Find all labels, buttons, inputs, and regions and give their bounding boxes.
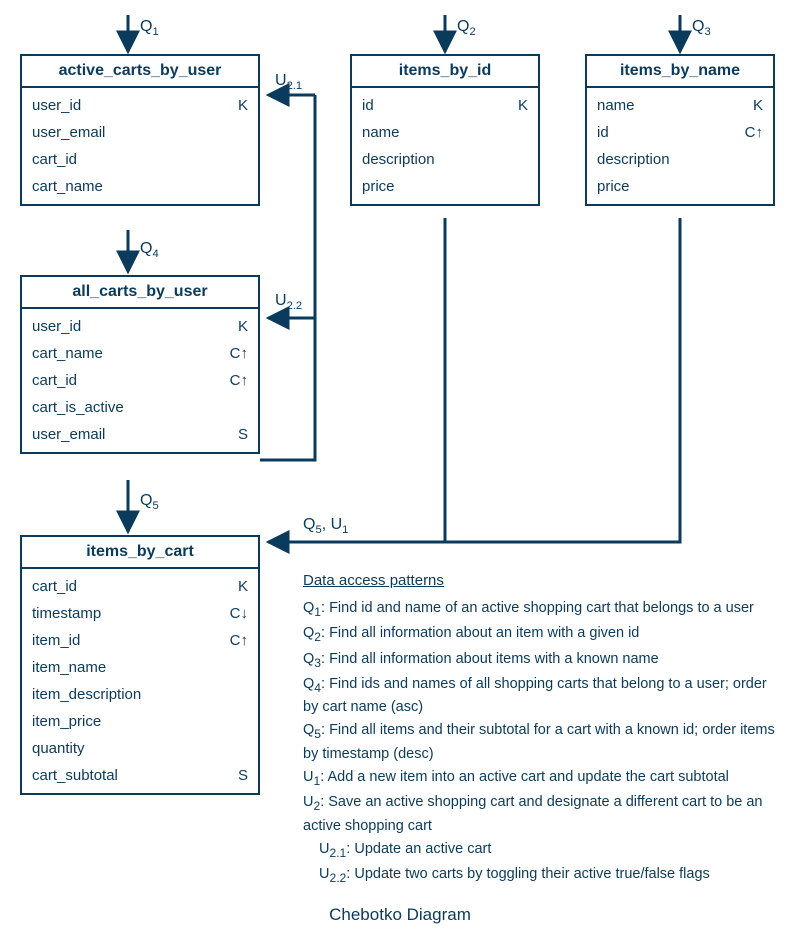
column-name: cart_subtotal (32, 767, 224, 784)
table-row: cart_idC↑ (22, 367, 258, 394)
table-header: items_by_cart (22, 537, 258, 569)
column-key: C↑ (739, 124, 763, 141)
table-items-by-cart: items_by_cart cart_idKtimestampC↓item_id… (20, 535, 260, 795)
table-row: timestampC↓ (22, 600, 258, 627)
table-row: idC↑ (587, 119, 773, 146)
table-body: nameKidC↑descriptionprice (587, 88, 773, 204)
pattern-q3: Q3: Find all information about items wit… (303, 649, 783, 672)
column-key: S (224, 767, 248, 784)
table-row: cart_idK (22, 573, 258, 600)
table-header: items_by_id (352, 56, 538, 88)
label-q3: Q3 (692, 18, 711, 38)
label-u21: U2.1 (275, 72, 302, 92)
pattern-u22: U2.2: Update two carts by toggling their… (303, 864, 783, 887)
table-row: item_name (22, 654, 258, 681)
table-body: user_idKcart_nameC↑cart_idC↑cart_is_acti… (22, 309, 258, 452)
column-name: cart_id (32, 578, 224, 595)
table-row: item_idC↑ (22, 627, 258, 654)
column-name: name (597, 97, 739, 114)
table-header: all_carts_by_user (22, 277, 258, 309)
pattern-q4: Q4: Find ids and names of all shopping c… (303, 674, 783, 718)
label-q1: Q1 (140, 18, 159, 38)
column-name: user_email (32, 124, 224, 141)
table-row: cart_nameC↑ (22, 340, 258, 367)
column-key: K (224, 578, 248, 595)
column-name: item_name (32, 659, 224, 676)
table-body: cart_idKtimestampC↓item_idC↑item_nameite… (22, 569, 258, 793)
column-key: C↑ (224, 372, 248, 389)
column-name: item_id (32, 632, 224, 649)
column-name: cart_name (32, 178, 224, 195)
table-row: item_description (22, 681, 258, 708)
column-name: price (362, 178, 504, 195)
column-name: name (362, 124, 504, 141)
table-row: user_idK (22, 313, 258, 340)
table-active-carts-by-user: active_carts_by_user user_idKuser_emailc… (20, 54, 260, 206)
pattern-q2: Q2: Find all information about an item w… (303, 623, 783, 646)
column-key: C↑ (224, 632, 248, 649)
column-key: K (739, 97, 763, 114)
pattern-q1: Q1: Find id and name of an active shoppi… (303, 598, 783, 621)
table-row: cart_id (22, 146, 258, 173)
column-name: user_id (32, 97, 224, 114)
label-u22: U2.2 (275, 292, 302, 312)
pattern-u1: U1: Add a new item into an active cart a… (303, 767, 783, 790)
label-q5: Q5 (140, 492, 159, 512)
patterns-header: Data access patterns (303, 570, 783, 592)
pattern-u2: U2: Save an active shopping cart and des… (303, 792, 783, 836)
column-name: user_email (32, 426, 224, 443)
table-row: nameK (587, 92, 773, 119)
table-row: description (352, 146, 538, 173)
column-name: description (362, 151, 504, 168)
table-all-carts-by-user: all_carts_by_user user_idKcart_nameC↑car… (20, 275, 260, 454)
column-name: cart_id (32, 372, 224, 389)
diagram-caption: Chebotko Diagram (0, 905, 800, 925)
label-q5u1: Q5, U1 (303, 516, 348, 536)
table-row: item_price (22, 708, 258, 735)
column-key: C↑ (224, 345, 248, 362)
column-name: item_description (32, 686, 224, 703)
column-name: cart_id (32, 151, 224, 168)
table-body: user_idKuser_emailcart_idcart_name (22, 88, 258, 204)
table-row: user_emailS (22, 421, 258, 448)
column-name: quantity (32, 740, 224, 757)
table-row: price (587, 173, 773, 200)
label-q4: Q4 (140, 240, 159, 260)
table-row: user_idK (22, 92, 258, 119)
data-access-patterns: Data access patterns Q1: Find id and nam… (303, 570, 783, 889)
column-key: C↓ (224, 605, 248, 622)
column-name: item_price (32, 713, 224, 730)
table-items-by-id: items_by_id idKnamedescriptionprice (350, 54, 540, 206)
label-q2: Q2 (457, 18, 476, 38)
column-key: K (504, 97, 528, 114)
table-row: user_email (22, 119, 258, 146)
table-body: idKnamedescriptionprice (352, 88, 538, 204)
column-key: K (224, 318, 248, 335)
column-name: user_id (32, 318, 224, 335)
table-row: cart_is_active (22, 394, 258, 421)
pattern-u21: U2.1: Update an active cart (303, 839, 783, 862)
table-row: idK (352, 92, 538, 119)
table-header: active_carts_by_user (22, 56, 258, 88)
table-row: price (352, 173, 538, 200)
table-row: quantity (22, 735, 258, 762)
column-key: S (224, 426, 248, 443)
table-row: cart_name (22, 173, 258, 200)
column-name: cart_name (32, 345, 224, 362)
column-name: id (597, 124, 739, 141)
table-items-by-name: items_by_name nameKidC↑descriptionprice (585, 54, 775, 206)
table-row: name (352, 119, 538, 146)
pattern-q5: Q5: Find all items and their subtotal fo… (303, 720, 783, 764)
column-name: id (362, 97, 504, 114)
table-header: items_by_name (587, 56, 773, 88)
column-name: description (597, 151, 739, 168)
table-row: cart_subtotalS (22, 762, 258, 789)
column-name: price (597, 178, 739, 195)
column-name: timestamp (32, 605, 224, 622)
table-row: description (587, 146, 773, 173)
column-name: cart_is_active (32, 399, 224, 416)
column-key: K (224, 97, 248, 114)
